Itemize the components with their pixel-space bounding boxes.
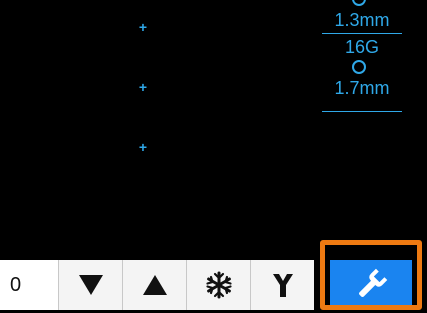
settings-button[interactable] [330,260,412,310]
image-area: + + + [0,0,322,258]
decrease-button[interactable] [58,260,122,310]
divider [322,33,402,34]
value-text: 0 [10,274,22,296]
depth-marker: + [138,79,148,95]
y-connector-icon [271,271,295,299]
bottom-toolbar: 0 [0,259,427,313]
triangle-up-icon [142,274,168,296]
wrench-icon [354,268,388,302]
divider [322,111,402,112]
freeze-button[interactable] [186,260,250,310]
circle-icon [352,60,366,74]
ultrasound-screen: + + + 1.3mm 16G 1.7mm 0 [0,0,427,313]
increase-button[interactable] [122,260,186,310]
depth-marker: + [138,139,148,155]
triangle-down-icon [78,274,104,296]
needle-guide-button[interactable] [250,260,314,310]
needle-panel: 1.3mm 16G 1.7mm [322,0,407,258]
depth-marker: + [138,19,148,35]
needle-size-bottom: 1.7mm [334,78,390,98]
needle-gauge: 16G [344,37,380,57]
circle-icon [352,0,366,6]
snowflake-icon [205,271,233,299]
needle-size-top: 1.3mm [334,10,390,30]
